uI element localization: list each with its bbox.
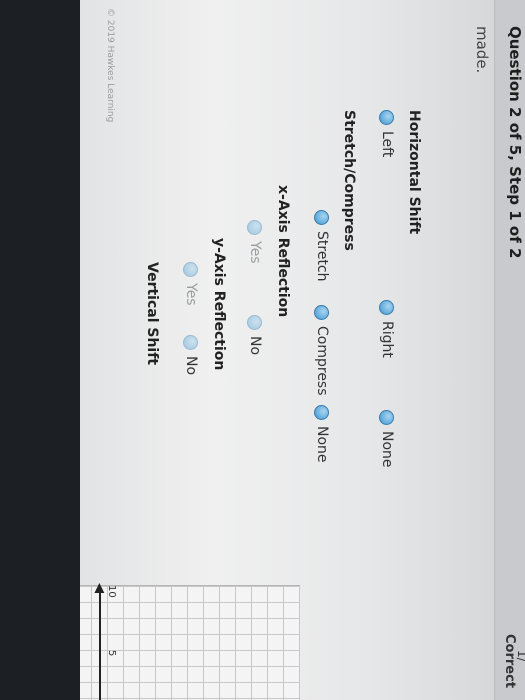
option-label: No [247,336,263,356]
y-axis-reflection-heading: y-Axis Reflection [211,238,227,371]
option-label: Yes [183,283,199,306]
tick-label: 5 [106,650,117,657]
screen: Question 2 of 5, Step 1 of 2 1/ Correct … [80,0,525,700]
horizontal-shift-heading: Horizontal Shift [406,110,422,235]
option-label: None [379,431,395,468]
radio-button[interactable] [314,405,330,420]
radio-button[interactable] [314,305,330,320]
question-title: Question 2 of 5, Step 1 of 2 [506,26,524,259]
axis-arrow-icon: ◀ [92,583,107,593]
option-label: Right [379,321,395,358]
vertical-shift-heading: Vertical Shift [144,262,160,366]
coordinate-grid[interactable] [80,585,300,700]
option-label: Compress [314,326,330,396]
correct-status-label: Correct [502,634,517,689]
y-axis-reflection-no-option[interactable]: No [183,335,199,375]
stretch-option[interactable]: Stretch [314,210,330,282]
radio-button[interactable] [183,262,199,277]
radio-button[interactable] [183,335,199,350]
horizontal-shift-right-option[interactable]: Right [379,300,395,358]
option-label: Left [379,131,395,158]
x-axis-line [99,590,101,700]
option-label: Stretch [314,231,330,282]
x-axis-reflection-yes-option[interactable]: Yes [247,220,263,264]
radio-button[interactable] [379,410,395,425]
tick-label: 10 [106,585,117,598]
y-axis-reflection-yes-option[interactable]: Yes [183,262,199,306]
radio-button[interactable] [379,110,395,125]
horizontal-shift-none-option[interactable]: None [379,410,395,468]
radio-button[interactable] [247,220,263,235]
stretch-compress-none-option[interactable]: None [314,405,330,463]
radio-button[interactable] [314,210,330,225]
x-axis-reflection-heading: x-Axis Reflection [275,185,291,318]
x-axis-reflection-no-option[interactable]: No [247,315,263,355]
question-prompt-text: made. [473,26,491,74]
compress-option[interactable]: Compress [314,305,330,396]
stretch-compress-heading: Stretch/Compress [341,110,357,251]
horizontal-shift-left-option[interactable]: Left [379,110,395,157]
option-label: Yes [247,241,263,264]
radio-button[interactable] [247,315,263,330]
option-label: None [314,426,330,463]
copyright-text: © 2019 Hawkes Learning [105,8,115,123]
option-label: No [183,356,199,376]
radio-button[interactable] [379,300,395,315]
